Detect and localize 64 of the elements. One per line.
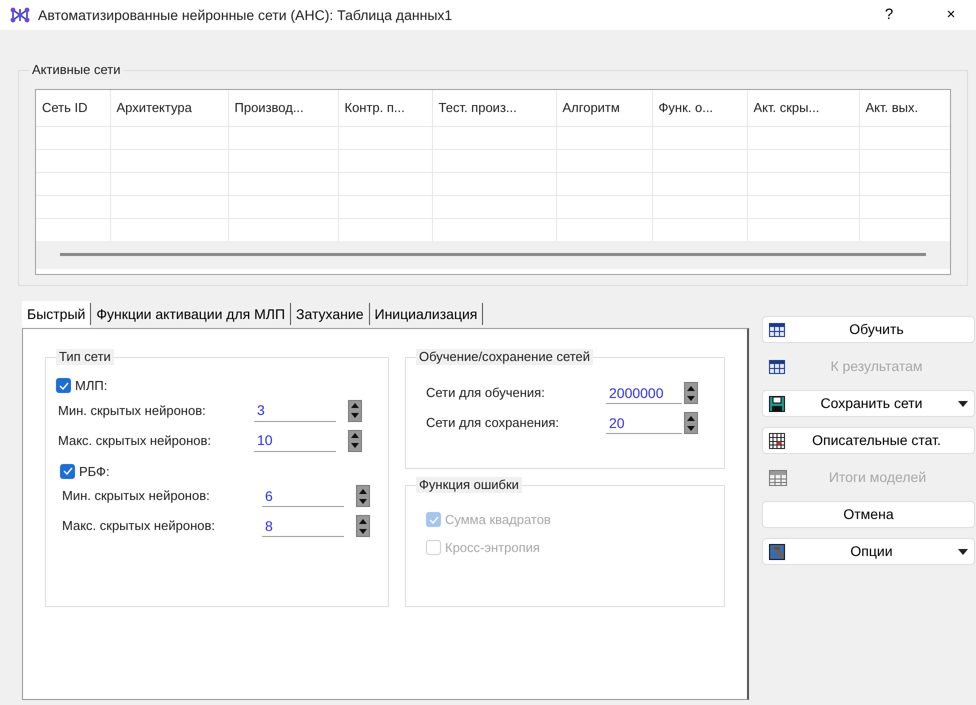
field-label: Сети для обучения: [426, 384, 546, 402]
scrollbar[interactable] [36, 241, 950, 269]
hammer-icon [769, 544, 785, 560]
action-button[interactable]: Опции [762, 538, 975, 565]
tab[interactable]: Инициализация [370, 300, 482, 328]
table-icon [769, 470, 787, 486]
app-icon [10, 7, 30, 23]
spin-button[interactable] [684, 382, 698, 404]
column-header[interactable]: Архитектура [110, 90, 228, 126]
column-header[interactable]: Акт. скры... [747, 90, 859, 126]
arrow-up-icon [358, 488, 368, 494]
checkbox-label: МЛП: [75, 377, 108, 395]
spin-button[interactable] [356, 515, 370, 537]
spin-button[interactable] [348, 430, 362, 452]
spin-button[interactable] [356, 485, 370, 507]
column-header[interactable]: Функ. о... [652, 90, 747, 126]
group-label: Тип сети [56, 349, 114, 365]
arrow-down-icon [358, 498, 368, 504]
close-button[interactable]: × [936, 4, 966, 26]
field-label: Мин. скрытых нейронов: [58, 402, 207, 420]
checkbox-label: Кросс-энтропия [445, 538, 540, 557]
tab[interactable]: Функции активации для МЛП [91, 300, 290, 328]
action-button[interactable]: Отмена [762, 501, 975, 528]
group-label: Функция ошибки [416, 477, 522, 493]
column-header[interactable]: Алгоритм [556, 90, 652, 126]
checkbox[interactable] [60, 464, 75, 479]
field-label: Мин. скрытых нейронов: [62, 487, 211, 506]
arrow-down-icon [686, 394, 696, 402]
window-title: Автоматизированные нейронные сети (АНС): Таблица данных1 [38, 6, 454, 25]
spin-button[interactable] [348, 400, 362, 422]
arrow-up-icon [686, 384, 696, 392]
field-label: Сети для сохранения: [426, 414, 560, 432]
column-header[interactable]: Контр. п... [338, 90, 432, 126]
action-button[interactable]: Сохранить сети [762, 390, 975, 417]
column-header[interactable]: Сеть ID [36, 90, 110, 126]
checkbox-label: Сумма квадратов [445, 511, 551, 529]
arrow-up-icon [350, 402, 360, 409]
field-label: Макс. скрытых нейронов: [58, 432, 212, 450]
check-icon [58, 382, 68, 390]
arrow-down-icon [350, 442, 360, 449]
arrow-down-icon [350, 412, 360, 419]
grid-icon [769, 360, 785, 374]
arrow-up-icon [686, 414, 696, 422]
action-button[interactable]: Описательные стат. [762, 427, 975, 454]
arrow-up-icon [350, 432, 360, 439]
grid-icon [769, 322, 785, 336]
tab[interactable]: Быстрый [22, 300, 90, 328]
field-label: Макс. скрытых нейронов: [62, 517, 216, 536]
help-button[interactable]: ? [874, 4, 904, 26]
column-header[interactable]: Тест. произ... [432, 90, 556, 126]
column-header[interactable]: Акт. вых. [859, 90, 950, 126]
checkbox-label: РБФ: [79, 462, 110, 480]
checkbox[interactable] [56, 378, 71, 394]
check-icon [428, 516, 438, 524]
arrow-up-icon [358, 518, 368, 524]
tab[interactable]: Затухание [291, 300, 369, 328]
column-header[interactable]: Производ... [228, 90, 338, 126]
arrow-down-icon [686, 424, 696, 432]
check-icon [62, 467, 72, 476]
arrow-down-icon [358, 528, 368, 534]
action-button[interactable]: Обучить [762, 316, 975, 343]
group-label: Обучение/сохранение сетей [416, 349, 594, 365]
spin-button[interactable] [684, 412, 698, 434]
table-icon [769, 432, 785, 448]
